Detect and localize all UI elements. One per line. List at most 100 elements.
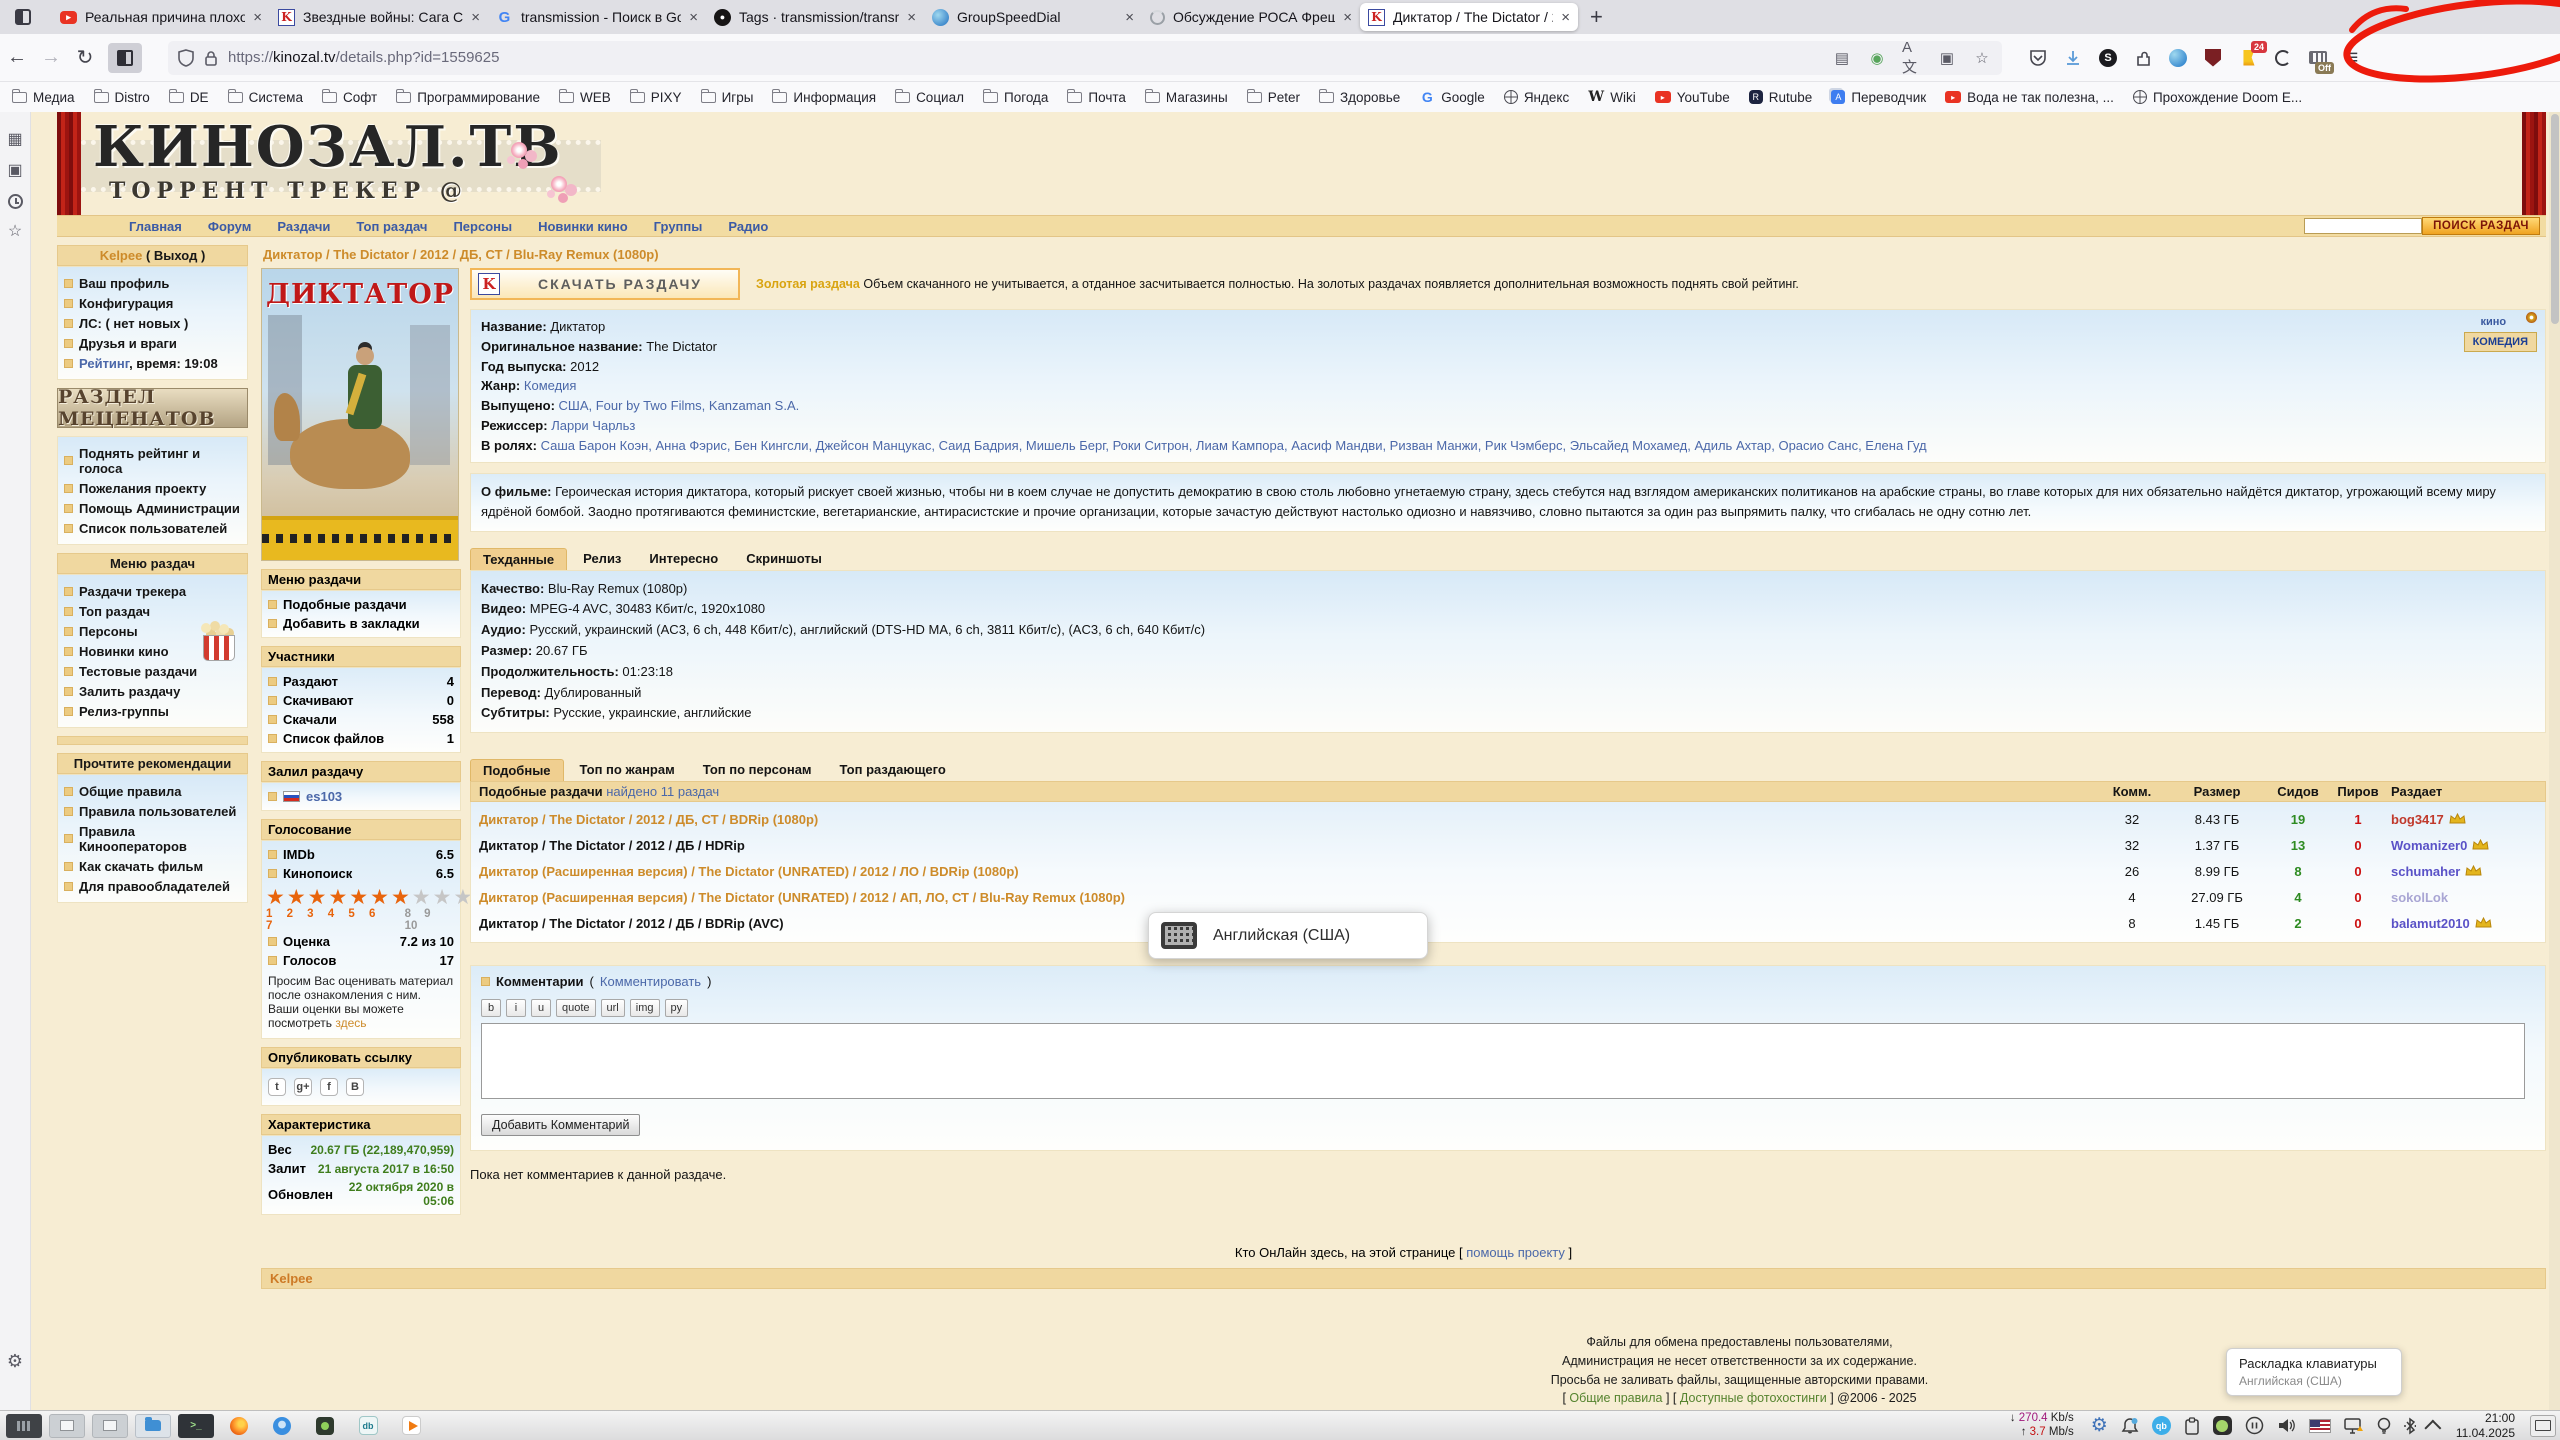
tab-close-icon[interactable]: × xyxy=(689,9,698,26)
help-project-link[interactable]: помощь проекту xyxy=(1466,1245,1565,1260)
search-input[interactable] xyxy=(2304,218,2422,234)
bookmark-youtube[interactable]: ▸YouTube xyxy=(1655,90,1730,105)
comment-link[interactable]: Комментировать xyxy=(600,974,701,989)
screen-recorder-icon[interactable] xyxy=(2213,1416,2232,1435)
display-settings-icon[interactable] xyxy=(2344,1417,2364,1435)
bookmark-star-icon[interactable]: ☆ xyxy=(1972,48,1992,68)
kinopoisk-row[interactable]: Кинопоиск6.5 xyxy=(266,864,456,883)
sidebar-item-user-list[interactable]: Список пользователей xyxy=(62,518,243,538)
speed-dial-extension-icon[interactable] xyxy=(2168,48,2188,68)
tab-close-icon[interactable]: × xyxy=(907,9,916,26)
menu-hamburger-icon[interactable]: ≡ xyxy=(2346,46,2358,70)
sidebar-item-config[interactable]: Конфигурация xyxy=(62,293,243,313)
grid-icon[interactable]: ▦ xyxy=(7,132,22,148)
noscript-icon[interactable]: Off xyxy=(2308,48,2328,68)
search-button[interactable]: ПОИСК РАЗДАЧ xyxy=(2422,217,2540,235)
bookmark-folder[interactable]: DE xyxy=(169,90,209,105)
tab-top-persons[interactable]: Топ по персонам xyxy=(691,759,824,781)
sidebar-item-admin-help[interactable]: Помощь Администрации xyxy=(62,498,243,518)
volume-icon[interactable] xyxy=(2277,1417,2296,1434)
settings-gear-icon[interactable]: ⚙ xyxy=(2091,1414,2108,1437)
keyboard-layout-flag-icon[interactable] xyxy=(2309,1419,2331,1433)
browser-tab[interactable]: ▸ Реальная причина плохого × xyxy=(52,3,270,31)
sidebar-item-raise-rating[interactable]: Поднять рейтинг и голоса xyxy=(62,443,243,478)
bookmark-folder[interactable]: Почта xyxy=(1067,90,1126,105)
settings-gear-icon[interactable]: ⚙ xyxy=(7,1352,23,1370)
share-vk-button[interactable]: B xyxy=(346,1078,364,1096)
sidebar-item-release-groups[interactable]: Релиз-группы xyxy=(62,701,243,721)
bookmark-folder[interactable]: Софт xyxy=(322,90,377,105)
uploader-link[interactable]: bog3417 xyxy=(2387,812,2537,827)
browser-tab[interactable]: G transmission - Поиск в Goo × xyxy=(488,3,706,31)
sponsorblock-icon[interactable]: S xyxy=(2098,48,2118,68)
release-link[interactable]: Диктатор / The Dictator / 2012 / ДБ, СТ … xyxy=(479,812,2097,827)
translate-globe-icon[interactable]: ◉ xyxy=(1867,48,1887,68)
file-manager-icon[interactable] xyxy=(135,1414,171,1438)
terminal-icon[interactable] xyxy=(178,1414,214,1438)
tab-top-uploader[interactable]: Топ раздающего xyxy=(828,759,958,781)
sidebar-item-wishes[interactable]: Пожелания проекту xyxy=(62,478,243,498)
browser-tab[interactable]: Обсуждение РОСА Фреш 13 × xyxy=(1142,3,1360,31)
green-app-icon[interactable] xyxy=(307,1414,343,1438)
tab-release[interactable]: Релиз xyxy=(571,548,633,570)
tab-top-genre[interactable]: Топ по жанрам xyxy=(568,759,687,781)
downloaded-row[interactable]: Скачали558 xyxy=(266,710,456,729)
tab-screenshots[interactable]: Скриншоты xyxy=(734,548,834,570)
footer-hostings-link[interactable]: Доступные фотохостинги xyxy=(1680,1391,1827,1405)
imdb-row[interactable]: IMDb6.5 xyxy=(266,845,456,864)
qbittorrent-icon[interactable]: qb xyxy=(2152,1416,2171,1435)
bookmark-folder[interactable]: WEB xyxy=(559,90,611,105)
uploader-row[interactable]: es103 xyxy=(266,787,456,806)
italic-button[interactable]: i xyxy=(506,999,526,1017)
download-icon[interactable] xyxy=(2063,48,2083,68)
bluetooth-icon[interactable] xyxy=(2404,1417,2416,1435)
uploader-link[interactable]: Womanizer0 xyxy=(2387,838,2537,853)
username[interactable]: Kelpee xyxy=(100,248,143,263)
bookmark-folder[interactable]: Информация xyxy=(772,90,876,105)
bookmark-translate[interactable]: AПереводчик xyxy=(1831,90,1926,105)
sidebar-item-top-releases[interactable]: Топ раздач xyxy=(62,601,243,621)
uploader-link[interactable]: balamut2010 xyxy=(2387,916,2537,931)
bold-button[interactable]: b xyxy=(481,999,501,1017)
star-rating[interactable]: ★★★★★★★★★★ xyxy=(266,887,456,908)
bookmark-google[interactable]: GGoogle xyxy=(1419,90,1485,105)
session-spiral-icon[interactable] xyxy=(2273,48,2293,68)
studio-links[interactable]: США, Four by Two Films, Kanzaman S.A. xyxy=(559,398,800,413)
bookmarks-star-icon[interactable]: ☆ xyxy=(8,224,22,240)
nav-gruppy[interactable]: Группы xyxy=(654,219,703,234)
bookmark-folder[interactable]: Игры xyxy=(701,90,754,105)
nav-glavnaya[interactable]: Главная xyxy=(129,219,182,234)
tab-close-icon[interactable]: × xyxy=(1343,9,1352,26)
note-link[interactable]: здесь xyxy=(335,1016,366,1030)
bookmark-doom[interactable]: Прохождение Doom E... xyxy=(2133,90,2302,105)
uploader-link[interactable]: sokolLok xyxy=(2387,890,2537,905)
similar-releases-link[interactable]: Подобные раздачи xyxy=(266,595,456,614)
tab-close-icon[interactable]: × xyxy=(253,9,262,26)
browser-tab[interactable]: GroupSpeedDial × xyxy=(924,3,1142,31)
add-comment-button[interactable]: Добавить Комментарий xyxy=(481,1114,640,1136)
tracking-shield-icon[interactable] xyxy=(178,49,194,67)
sidebar-item-copyright[interactable]: Для правообладателей xyxy=(62,876,243,896)
back-button[interactable]: ← xyxy=(0,41,34,75)
bookmark-folder[interactable]: Магазины xyxy=(1145,90,1228,105)
sidebar-item-friends[interactable]: Друзья и враги xyxy=(62,333,243,353)
translate-icon[interactable]: A文 xyxy=(1902,48,1922,68)
file-list-row[interactable]: Список файлов1 xyxy=(266,729,456,748)
bookmark-folder[interactable]: Здоровье xyxy=(1319,90,1400,105)
mecenat-banner[interactable]: РАЗДЕЛ МЕЦЕНАТОВ xyxy=(57,388,248,428)
bookmark-rutube[interactable]: RRutube xyxy=(1749,90,1813,105)
nav-novinki[interactable]: Новинки кино xyxy=(538,219,628,234)
forward-button[interactable]: → xyxy=(34,41,68,75)
taskbar-clock[interactable]: 21:00 11.04.2025 xyxy=(2456,1411,2515,1440)
tab-interesting[interactable]: Интересно xyxy=(637,548,730,570)
tab-similar[interactable]: Подобные xyxy=(470,759,564,781)
cast-links[interactable]: Саша Барон Коэн, Анна Фэрис, Бен Кингсли… xyxy=(541,438,1927,453)
seeders-row[interactable]: Раздают4 xyxy=(266,672,456,691)
browser-tab-active[interactable]: K Диктатор / The Dictator / 2 × xyxy=(1360,3,1578,31)
clipboard-icon[interactable] xyxy=(2184,1417,2200,1435)
url-text[interactable]: https://kinozal.tv/details.php?id=155962… xyxy=(228,49,1832,66)
nav-forum[interactable]: Форум xyxy=(208,219,251,234)
firefox-icon[interactable] xyxy=(221,1414,257,1438)
py-button[interactable]: py xyxy=(665,999,689,1017)
sidebar-item-tracker-releases[interactable]: Раздачи трекера xyxy=(62,581,243,601)
